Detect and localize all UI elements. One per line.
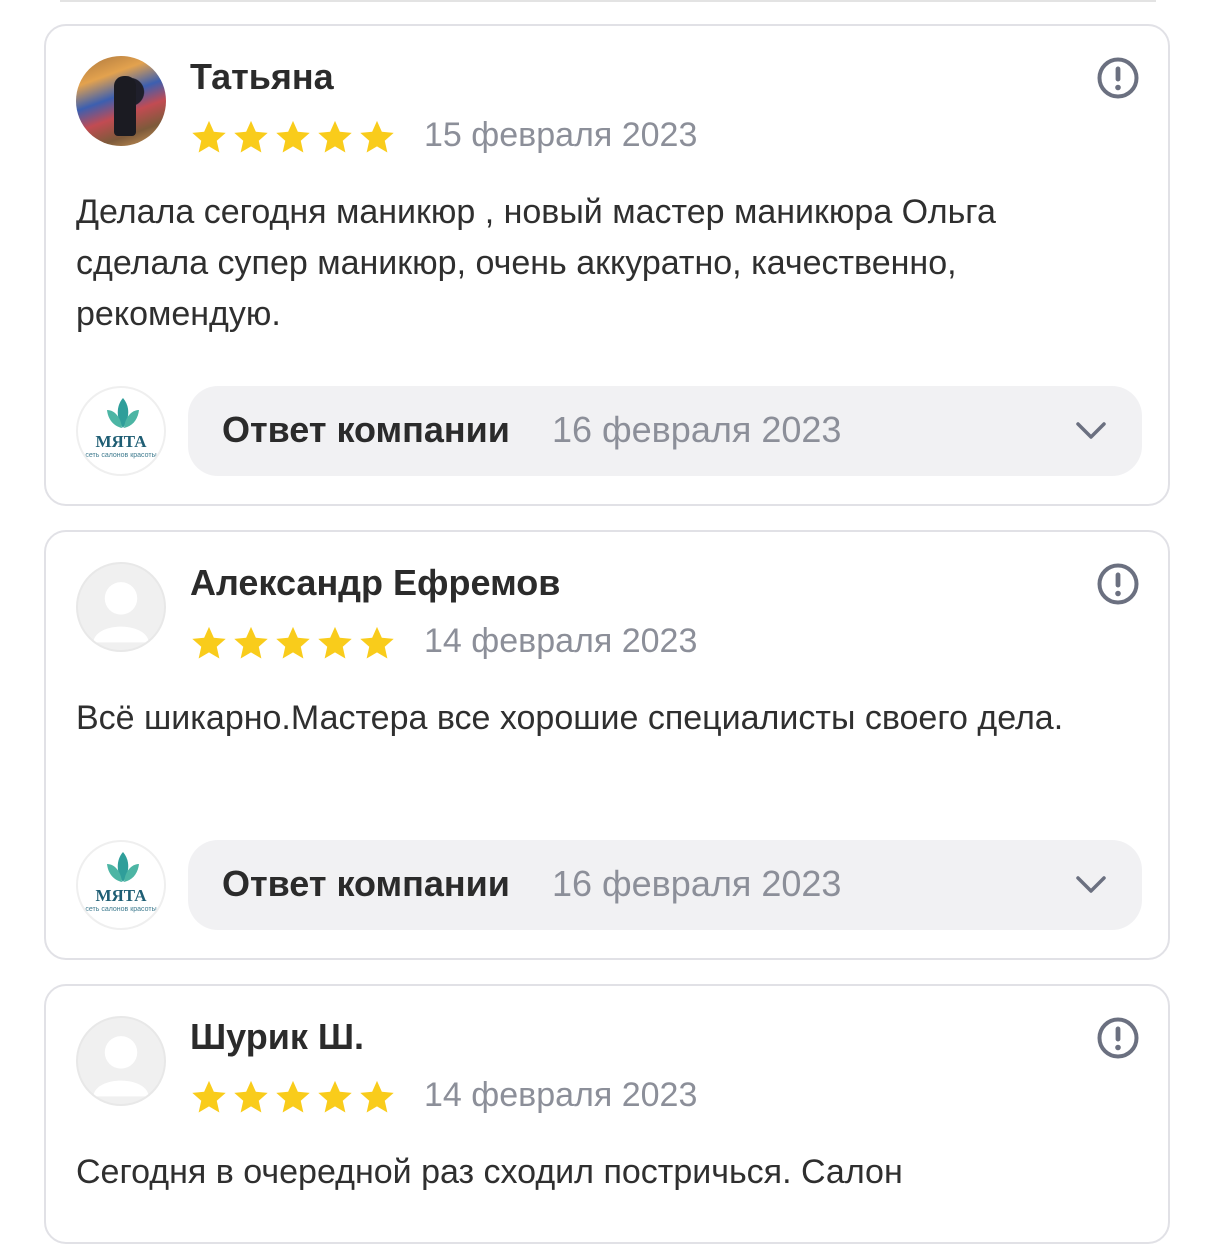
- default-user-icon[interactable]: [76, 1016, 166, 1106]
- review-author[interactable]: Александр Ефремов: [190, 562, 560, 604]
- mint-leaf-icon: [103, 850, 143, 884]
- review-author[interactable]: Татьяна: [190, 56, 334, 98]
- star-icon: [276, 120, 310, 153]
- review-text: Всё шикарно.Мастера все хорошие специали…: [76, 699, 1064, 737]
- star-icon: [234, 1080, 268, 1113]
- star-icon: [234, 120, 268, 153]
- chevron-down-icon[interactable]: [1074, 419, 1108, 443]
- chevron-down-icon[interactable]: [1074, 873, 1108, 897]
- star-icon: [318, 120, 352, 153]
- star-icon: [192, 1080, 226, 1113]
- logo-tagline: сеть салонов красоты: [85, 452, 157, 459]
- reply-date: 16 февраля 2023: [552, 409, 842, 450]
- review-date: 14 февраля 2023: [424, 1076, 698, 1114]
- star-icon: [360, 120, 394, 153]
- report-icon[interactable]: [1096, 1016, 1140, 1060]
- review-date: 15 февраля 2023: [424, 116, 698, 154]
- review-date: 14 февраля 2023: [424, 622, 698, 660]
- default-user-icon[interactable]: [76, 562, 166, 652]
- star-icon: [318, 626, 352, 659]
- review-text: Сегодня в очередной раз сходил постричьс…: [76, 1153, 903, 1191]
- review-card: Александр Ефремов 14 февраля 2023 Всё ши…: [44, 530, 1170, 960]
- mint-leaf-icon: [103, 396, 143, 430]
- reply-label: Ответ компании: [222, 409, 510, 450]
- star-icon: [276, 1080, 310, 1113]
- star-icon: [360, 626, 394, 659]
- review-card: Шурик Ш. 14 февраля 2023 Сегодня в очере…: [44, 984, 1170, 1244]
- company-logo: МЯТА сеть салонов красоты: [76, 840, 166, 930]
- report-icon[interactable]: [1096, 562, 1140, 606]
- rating-stars: [190, 118, 396, 156]
- company-reply-toggle[interactable]: Ответ компании 16 февраля 2023: [188, 386, 1142, 476]
- rating-stars: [190, 624, 396, 662]
- logo-tagline: сеть салонов красоты: [85, 906, 157, 913]
- previous-card-border: [60, 0, 1156, 2]
- logo-brand: МЯТА: [95, 886, 147, 905]
- review-text: Делала сегодня маникюр , новый мастер ма…: [76, 193, 996, 333]
- star-icon: [318, 1080, 352, 1113]
- logo-brand: МЯТА: [95, 432, 147, 451]
- star-icon: [234, 626, 268, 659]
- avatar[interactable]: [76, 56, 166, 146]
- reply-label: Ответ компании: [222, 863, 510, 904]
- rating-stars: [190, 1078, 396, 1116]
- star-icon: [360, 1080, 394, 1113]
- star-icon: [192, 626, 226, 659]
- report-icon[interactable]: [1096, 56, 1140, 100]
- company-reply-toggle[interactable]: Ответ компании 16 февраля 2023: [188, 840, 1142, 930]
- reply-date: 16 февраля 2023: [552, 863, 842, 904]
- review-author[interactable]: Шурик Ш.: [190, 1016, 364, 1058]
- star-icon: [276, 626, 310, 659]
- review-card: Татьяна 15 февраля 2023 Делала сегодня м…: [44, 24, 1170, 506]
- company-logo: МЯТА сеть салонов красоты: [76, 386, 166, 476]
- star-icon: [192, 120, 226, 153]
